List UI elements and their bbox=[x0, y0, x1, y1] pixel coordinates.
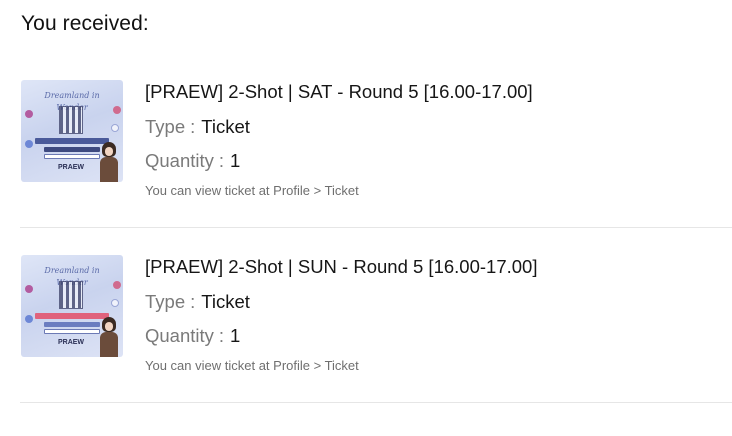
type-label: Type bbox=[145, 116, 186, 137]
quantity-row: Quantity:1 bbox=[145, 325, 240, 347]
type-separator: : bbox=[190, 116, 196, 137]
thumbnail-band bbox=[35, 138, 109, 144]
ticket-title: [PRAEW] 2-Shot | SAT - Round 5 [16.00-17… bbox=[145, 81, 533, 102]
type-separator: : bbox=[190, 291, 196, 312]
thumbnail-band bbox=[35, 313, 109, 319]
thumbnail-band bbox=[44, 154, 100, 159]
type-row: Type: Ticket bbox=[145, 116, 250, 138]
ticket-thumbnail: Dreamland in Wonder PRAEW bbox=[21, 80, 123, 182]
sticker-icon bbox=[113, 281, 121, 289]
ticket-item: Dreamland in Wonder PRAEW [PRAEW] 2-Shot… bbox=[0, 52, 732, 228]
quantity-label: Quantity bbox=[145, 325, 214, 346]
sticker-icon bbox=[25, 315, 33, 323]
sticker-icon bbox=[25, 140, 33, 148]
sticker-icon bbox=[25, 110, 33, 118]
quantity-value: 1 bbox=[230, 150, 241, 171]
quantity-separator: : bbox=[218, 150, 225, 171]
thumbnail-band bbox=[44, 322, 100, 327]
quantity-separator: : bbox=[218, 325, 225, 346]
sticker-icon bbox=[25, 285, 33, 293]
thumbnail-script-text: Dreamland in Wonder bbox=[44, 266, 100, 287]
view-ticket-note: You can view ticket at Profile > Ticket bbox=[145, 358, 359, 373]
type-value: Ticket bbox=[201, 291, 250, 312]
sticker-icon bbox=[111, 299, 119, 307]
ticket-thumbnail: Dreamland in Wonder PRAEW bbox=[21, 255, 123, 357]
ticket-title: [PRAEW] 2-Shot | SUN - Round 5 [16.00-17… bbox=[145, 256, 538, 277]
thumbnail-band bbox=[44, 147, 100, 152]
thumbnail-graphic bbox=[59, 106, 83, 134]
type-row: Type: Ticket bbox=[145, 291, 250, 313]
type-label: Type bbox=[145, 291, 186, 312]
thumbnail-script-text: Dreamland in Wonder bbox=[44, 91, 100, 112]
thumbnail-brand: PRAEW bbox=[57, 164, 85, 171]
person-photo bbox=[99, 317, 119, 357]
thumbnail-band bbox=[44, 329, 100, 334]
sticker-icon bbox=[111, 124, 119, 132]
sticker-icon bbox=[113, 106, 121, 114]
thumbnail-graphic bbox=[59, 281, 83, 309]
ticket-item: Dreamland in Wonder PRAEW [PRAEW] 2-Shot… bbox=[0, 227, 732, 403]
received-heading: You received: bbox=[21, 12, 149, 35]
divider bbox=[20, 402, 732, 403]
quantity-label: Quantity bbox=[145, 150, 214, 171]
type-value: Ticket bbox=[201, 116, 250, 137]
person-photo bbox=[99, 142, 119, 182]
thumbnail-brand: PRAEW bbox=[57, 339, 85, 346]
quantity-value: 1 bbox=[230, 325, 241, 346]
quantity-row: Quantity:1 bbox=[145, 150, 240, 172]
view-ticket-note: You can view ticket at Profile > Ticket bbox=[145, 183, 359, 198]
